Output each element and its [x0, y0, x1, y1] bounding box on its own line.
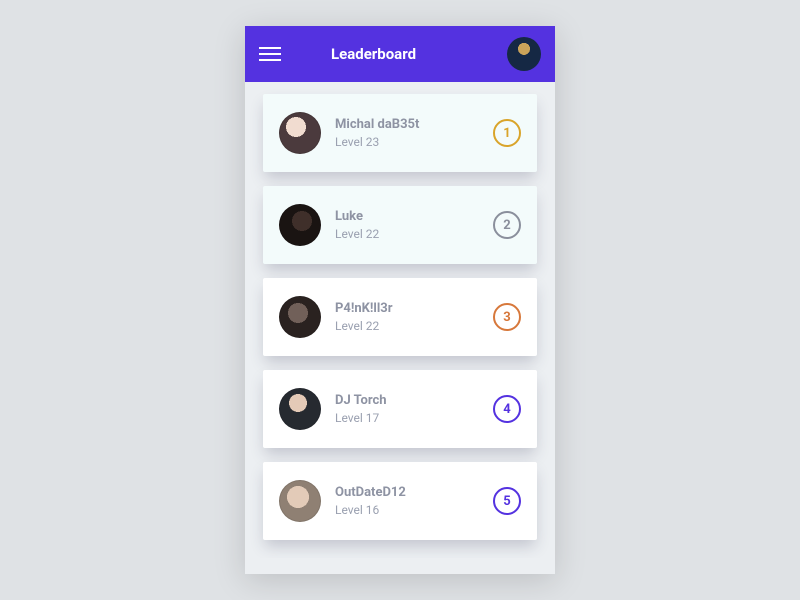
rank-number: 5 [503, 494, 510, 509]
player-avatar [279, 296, 321, 338]
leaderboard-row[interactable]: P4!nK!ll3r Level 22 3 [263, 278, 537, 356]
rank-badge: 3 [493, 303, 521, 331]
player-info: Michal daB35t Level 23 [321, 117, 493, 149]
player-name: Luke [335, 209, 493, 224]
rank-number: 4 [503, 402, 510, 417]
player-level: Level 17 [335, 411, 493, 425]
player-level: Level 22 [335, 227, 493, 241]
rank-number: 3 [503, 310, 510, 325]
player-level: Level 16 [335, 503, 493, 517]
player-avatar [279, 480, 321, 522]
app-frame: Leaderboard Michal daB35t Level 23 1 Luke Le… [245, 26, 555, 574]
page-title: Leaderboard [295, 45, 493, 63]
player-info: DJ Torch Level 17 [321, 393, 493, 425]
player-info: Luke Level 22 [321, 209, 493, 241]
leaderboard-row[interactable]: DJ Torch Level 17 4 [263, 370, 537, 448]
menu-icon[interactable] [259, 47, 281, 61]
leaderboard-list: Michal daB35t Level 23 1 Luke Level 22 2 P4!nK… [245, 82, 555, 558]
leaderboard-row[interactable]: Michal daB35t Level 23 1 [263, 94, 537, 172]
player-name: P4!nK!ll3r [335, 301, 493, 316]
rank-badge: 2 [493, 211, 521, 239]
leaderboard-row[interactable]: Luke Level 22 2 [263, 186, 537, 264]
player-name: Michal daB35t [335, 117, 493, 132]
rank-badge: 1 [493, 119, 521, 147]
rank-number: 2 [503, 218, 510, 233]
player-name: DJ Torch [335, 393, 493, 408]
player-info: OutDateD12 Level 16 [321, 485, 493, 517]
player-info: P4!nK!ll3r Level 22 [321, 301, 493, 333]
header-bar: Leaderboard [245, 26, 555, 82]
player-avatar [279, 204, 321, 246]
rank-badge: 4 [493, 395, 521, 423]
rank-badge: 5 [493, 487, 521, 515]
player-avatar [279, 388, 321, 430]
leaderboard-row[interactable]: OutDateD12 Level 16 5 [263, 462, 537, 540]
rank-number: 1 [503, 126, 510, 141]
player-avatar [279, 112, 321, 154]
player-name: OutDateD12 [335, 485, 493, 500]
profile-avatar[interactable] [507, 37, 541, 71]
player-level: Level 22 [335, 319, 493, 333]
player-level: Level 23 [335, 135, 493, 149]
